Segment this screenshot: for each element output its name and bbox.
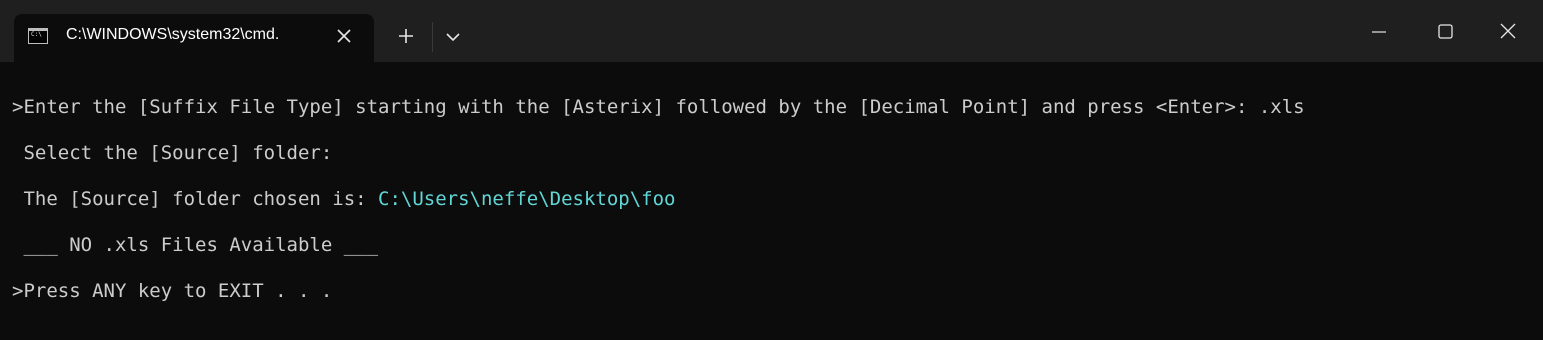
tab-title: C:\WINDOWS\system32\cmd. [66, 26, 280, 43]
plus-icon[interactable] [392, 24, 420, 48]
close-icon[interactable] [334, 26, 354, 46]
terminal-line: ___ NO .xls Files Available ___ [12, 234, 379, 256]
terminal-window: C:\ C:\WINDOWS\system32\cmd. >Enter the … [0, 0, 1543, 340]
title-bar[interactable]: C:\ C:\WINDOWS\system32\cmd. [0, 0, 1543, 62]
folder-path: C:\Users\neffe\Desktop\foo [378, 188, 676, 210]
terminal-line: >Press ANY key to EXIT . . . [12, 280, 333, 302]
terminal-line: The [Source] folder chosen is: C:\Users\… [12, 187, 675, 211]
cmd-icon: C:\ [28, 28, 48, 44]
tab-cmd[interactable]: C:\ C:\WINDOWS\system32\cmd. [14, 14, 374, 62]
tab-separator [432, 22, 433, 52]
maximize-icon[interactable] [1422, 14, 1470, 48]
terminal-line: Select the [Source] folder: [12, 142, 333, 164]
terminal-output[interactable]: >Enter the [Suffix File Type] starting w… [0, 62, 1543, 340]
close-icon[interactable] [1486, 14, 1534, 48]
chevron-down-icon[interactable] [442, 26, 464, 48]
terminal-line: >Enter the [Suffix File Type] starting w… [12, 96, 1305, 118]
terminal-text: The [Source] folder chosen is: [12, 188, 379, 210]
minimize-icon[interactable] [1358, 14, 1406, 48]
